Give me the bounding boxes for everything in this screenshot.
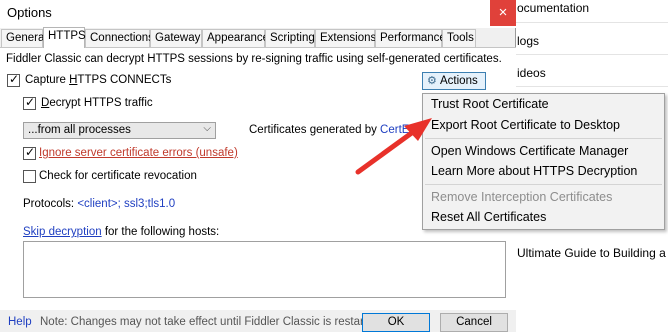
- guide-link[interactable]: Ultimate Guide to Building a UI Li: [517, 246, 668, 260]
- certs-generated-text: Certificates generated by CertEnroll: [249, 124, 432, 136]
- tab-performance[interactable]: Performance: [375, 29, 446, 47]
- skip-decryption-link[interactable]: Skip decryption: [23, 226, 102, 238]
- cancel-button[interactable]: Cancel: [440, 313, 508, 332]
- tab-gateway[interactable]: Gateway: [150, 29, 202, 47]
- menu-item-learn-more[interactable]: Learn More about HTTPS Decryption: [431, 164, 637, 178]
- process-filter-value: ...from all processes: [28, 124, 131, 136]
- process-filter-select[interactable]: ...from all processes ⌵: [23, 122, 216, 139]
- actions-button[interactable]: ⚙ Actions: [422, 72, 486, 90]
- decrypt-https-checkbox[interactable]: [23, 95, 36, 110]
- help-link[interactable]: Help: [8, 316, 32, 328]
- documentation-link[interactable]: ocumentation: [517, 1, 589, 15]
- hosts-textarea[interactable]: [23, 241, 506, 298]
- menu-item-trust-root[interactable]: Trust Root Certificate: [431, 97, 549, 111]
- divider: [515, 86, 668, 87]
- menu-item-export-root[interactable]: Export Root Certificate to Desktop: [431, 118, 620, 132]
- tab-appearance[interactable]: Appearance: [202, 29, 269, 47]
- capture-https-checkbox[interactable]: [7, 72, 20, 87]
- menu-separator: [425, 138, 662, 139]
- menu-item-open-cert-manager[interactable]: Open Windows Certificate Manager: [431, 144, 628, 158]
- revocation-label: Check for certificate revocation: [39, 170, 197, 182]
- tab-extensions[interactable]: Extensions: [315, 29, 376, 47]
- protocols-link[interactable]: <client>; ssl3;tls1.0: [77, 198, 175, 210]
- close-button[interactable]: ×: [490, 0, 516, 26]
- tab-scripting[interactable]: Scripting: [265, 29, 315, 47]
- divider: [515, 54, 668, 55]
- tab-connections[interactable]: Connections: [85, 29, 154, 47]
- decrypt-https-label: Decrypt HTTPS traffic: [41, 97, 153, 109]
- ok-button[interactable]: OK: [362, 313, 430, 332]
- tab-https[interactable]: HTTPS: [43, 27, 86, 48]
- actions-menu: Trust Root Certificate Export Root Certi…: [422, 93, 665, 230]
- chevron-down-icon: ⌵: [203, 123, 211, 134]
- close-icon: ×: [498, 4, 508, 21]
- videos-link[interactable]: ideos: [517, 66, 546, 80]
- protocols-text: Protocols: <client>; ssl3;tls1.0: [23, 198, 176, 210]
- tab-general[interactable]: General: [1, 29, 47, 47]
- menu-item-reset-certs[interactable]: Reset All Certificates: [431, 210, 546, 224]
- gear-icon: ⚙: [427, 74, 437, 87]
- restart-note: Note: Changes may not take effect until …: [40, 316, 384, 328]
- ignore-errors-checkbox[interactable]: [23, 145, 36, 160]
- tab-tools[interactable]: Tools: [442, 29, 476, 47]
- ignore-errors-label: Ignore server certificate errors (unsafe…: [39, 147, 238, 159]
- tab-strip: General HTTPS Connections Gateway Appear…: [0, 27, 516, 48]
- title-bar: Options ×: [0, 0, 516, 28]
- blogs-link[interactable]: logs: [517, 34, 539, 48]
- menu-item-remove-certs: Remove Interception Certificates: [431, 190, 613, 204]
- divider: [515, 22, 668, 23]
- menu-separator: [425, 184, 662, 185]
- dialog-title: Options: [7, 5, 52, 20]
- skip-decryption-text: Skip decryption for the following hosts:: [23, 226, 220, 238]
- actions-label: Actions: [440, 75, 478, 87]
- capture-https-label: Capture HTTPS CONNECTs: [25, 74, 172, 86]
- dialog-footer: Help Note: Changes may not take effect u…: [0, 310, 516, 332]
- https-description: Fiddler Classic can decrypt HTTPS sessio…: [6, 53, 502, 65]
- revocation-checkbox[interactable]: [23, 170, 36, 183]
